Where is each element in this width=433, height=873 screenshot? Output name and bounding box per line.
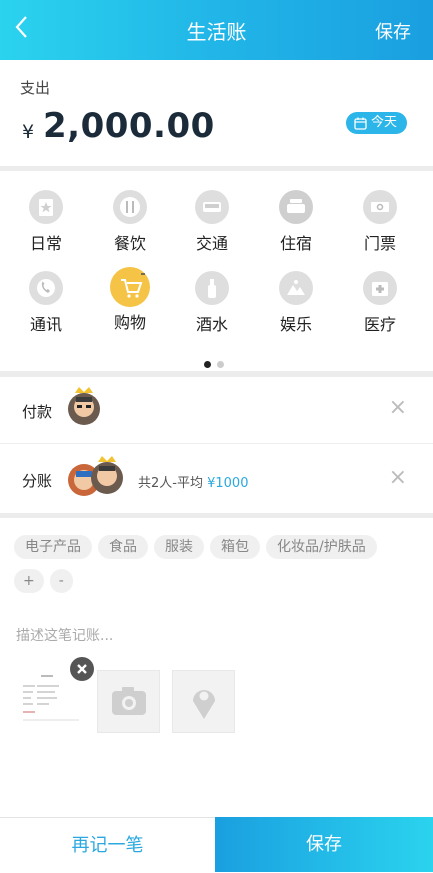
medical-kit-icon [372, 282, 388, 296]
category-dining[interactable]: 餐饮 [95, 190, 165, 254]
cart-icon [121, 273, 145, 298]
ticket-icon [371, 202, 389, 212]
category-daily[interactable]: 日常 [11, 190, 81, 254]
amount-value[interactable]: 2,000.00 [43, 106, 215, 146]
payment-remove-button[interactable]: × [389, 395, 407, 420]
avatar[interactable] [67, 387, 101, 427]
tag-chip[interactable]: 服装 [154, 535, 204, 559]
category-entertainment[interactable]: 娱乐 [261, 271, 331, 335]
fork-knife-icon [120, 197, 140, 217]
date-button[interactable]: 今天 [345, 112, 407, 134]
currency-symbol: ¥ [22, 121, 35, 143]
split-row[interactable]: 分账 共2人-平均 ¥1000 × [0, 444, 433, 513]
star-icon [39, 199, 53, 216]
bottom-bar: 再记一笔 保存 [0, 817, 433, 872]
split-summary: 共2人-平均 ¥1000 [138, 476, 249, 491]
tag-list: 电子产品 食品 服装 箱包 化妆品/护肤品 + - [14, 535, 424, 603]
tag-chip[interactable]: 电子产品 [14, 535, 92, 559]
category-tickets[interactable]: 门票 [345, 190, 415, 254]
amount-section: 支出 ¥ 2,000.00 今天 [0, 60, 433, 166]
category-grid: 日常 餐饮 交通 住宿 门票 通讯 购物 酒水 娱乐 医疗 [0, 171, 433, 371]
avatar[interactable] [90, 456, 124, 497]
add-tag-button[interactable]: + [14, 569, 44, 593]
remove-attachment-button[interactable] [70, 657, 94, 681]
category-shopping[interactable]: 购物 [95, 267, 165, 333]
tag-chip[interactable]: 食品 [98, 535, 148, 559]
tag-chip[interactable]: 化妆品/护肤品 [266, 535, 377, 559]
payment-label: 付款 [22, 403, 53, 421]
camera-icon [112, 687, 146, 715]
car-icon [203, 202, 221, 212]
category-telecom[interactable]: 通讯 [11, 271, 81, 335]
expense-type-label[interactable]: 支出 [20, 77, 50, 98]
category-transport[interactable]: 交通 [177, 190, 247, 254]
close-icon [77, 664, 87, 674]
location-pin-icon [193, 690, 215, 719]
category-lodging[interactable]: 住宿 [261, 190, 331, 254]
header-save-button[interactable]: 保存 [375, 18, 411, 44]
tag-chip[interactable]: 箱包 [210, 535, 260, 559]
page-dot-active[interactable] [204, 361, 211, 368]
payment-row[interactable]: 付款 × [0, 377, 433, 443]
description-input[interactable]: 描述这笔记账... [16, 625, 113, 645]
bed-icon [287, 199, 305, 213]
record-again-button[interactable]: 再记一笔 [0, 817, 215, 872]
landscape-icon [287, 280, 305, 295]
split-label: 分账 [22, 472, 53, 490]
bottle-icon [208, 279, 216, 298]
date-label: 今天 [370, 115, 397, 130]
page-title: 生活账 [186, 20, 247, 44]
calendar-icon [354, 117, 367, 130]
split-remove-button[interactable]: × [389, 465, 407, 490]
save-button[interactable]: 保存 [215, 817, 433, 872]
top-bar: 生活账 保存 [0, 0, 433, 60]
category-drinks[interactable]: 酒水 [177, 271, 247, 335]
remove-tag-button[interactable]: - [49, 569, 73, 593]
phone-icon [37, 279, 55, 297]
add-photo-button[interactable] [97, 670, 160, 733]
divider [0, 513, 433, 518]
add-location-button[interactable] [172, 670, 235, 733]
page-dot[interactable] [217, 361, 224, 368]
category-medical[interactable]: 医疗 [345, 271, 415, 335]
page-indicator [204, 353, 230, 372]
